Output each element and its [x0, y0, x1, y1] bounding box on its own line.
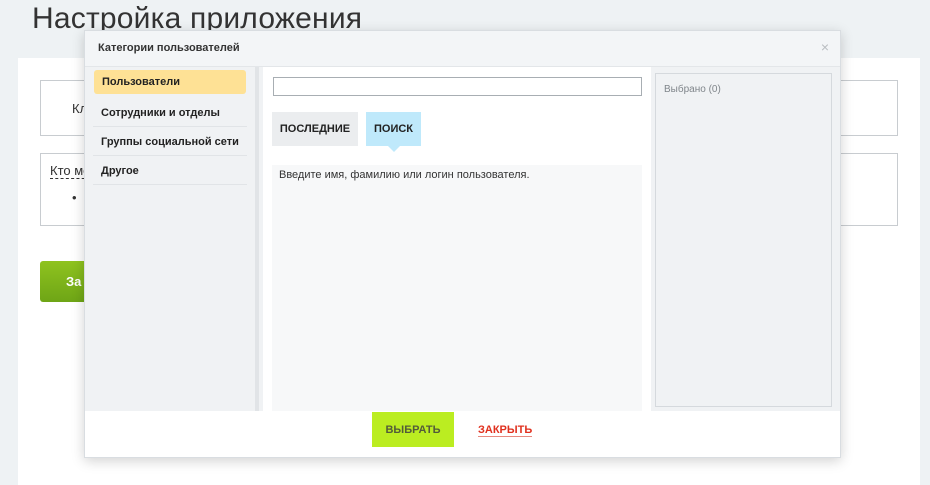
dialog-header: Категории пользователей × — [85, 31, 840, 67]
selected-panel: Выбрано (0) — [655, 73, 832, 407]
list-bullet: • — [72, 190, 77, 205]
search-pane: ПОСЛЕДНИЕ ПОИСК Введите имя, фамилию или… — [263, 67, 651, 411]
sidebar-item-other[interactable]: Другое — [93, 156, 247, 185]
tab-search[interactable]: ПОИСК — [366, 112, 421, 152]
dialog-body: Пользователи Сотрудники и отделы Группы … — [85, 67, 840, 411]
search-results: Введите имя, фамилию или логин пользоват… — [272, 165, 642, 411]
close-link[interactable]: ЗАКРЫТЬ — [478, 424, 533, 437]
category-sidebar: Пользователи Сотрудники и отделы Группы … — [93, 69, 247, 409]
tab-recent[interactable]: ПОСЛЕДНИЕ — [272, 112, 358, 146]
sidebar-item-users[interactable]: Пользователи — [94, 70, 246, 94]
dialog-title: Категории пользователей — [98, 42, 240, 54]
results-hint: Введите имя, фамилию или логин пользоват… — [279, 169, 530, 181]
sidebar-item-employees-departments[interactable]: Сотрудники и отделы — [93, 98, 247, 127]
sidebar-item-social-groups[interactable]: Группы социальной сети — [93, 127, 247, 156]
select-button[interactable]: ВЫБРАТЬ — [372, 412, 454, 447]
sidebar-divider — [255, 67, 259, 411]
close-icon[interactable]: × — [818, 40, 832, 54]
search-input[interactable] — [273, 77, 642, 96]
selected-count-label: Выбрано (0) — [664, 84, 721, 95]
user-categories-dialog: Категории пользователей × Пользователи С… — [84, 30, 841, 458]
